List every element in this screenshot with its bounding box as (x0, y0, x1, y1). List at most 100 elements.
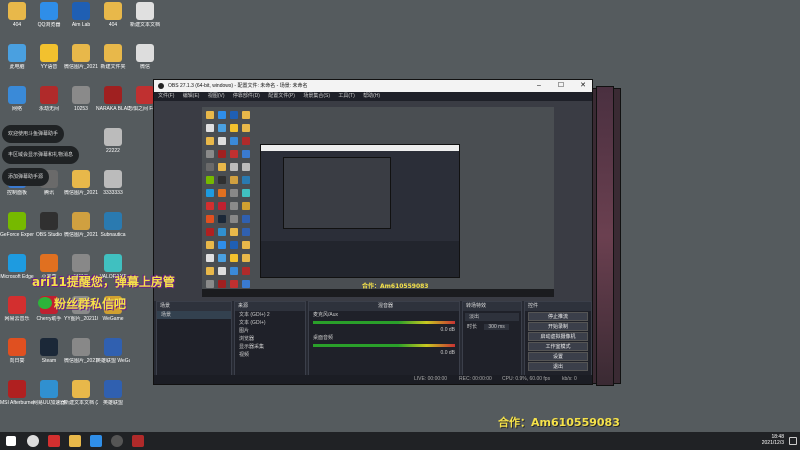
desktop-icon-label: 22222 (106, 148, 120, 154)
desktop-icon-label: 网易UU加速器 (32, 400, 66, 406)
image-file-icon (72, 170, 90, 188)
desktop-icon[interactable]: 微信图片_2021102... (64, 170, 98, 196)
qq-browser-icon[interactable] (90, 435, 102, 447)
start-recording-button[interactable]: 开始录制 (528, 322, 588, 331)
qr-code-icon (104, 170, 122, 188)
duration-input[interactable]: 300 ms (484, 324, 509, 330)
desktop-icon[interactable]: 永劫无间 (32, 86, 66, 112)
source-item[interactable]: 图片 (235, 327, 305, 335)
settings-button[interactable]: 设置 (528, 352, 588, 361)
naraka-game-icon[interactable] (132, 435, 144, 447)
desktop-icon[interactable]: Aim Lab (64, 2, 98, 28)
source-item[interactable]: 文本 (GDI+) (235, 319, 305, 327)
desktop-icon[interactable]: 新建文件夹 (96, 44, 130, 70)
desktop-icon[interactable]: NARAKA BLADEPOI... (96, 86, 130, 112)
preview-canvas[interactable]: 合作：Am610559083 (154, 101, 592, 301)
mixer-level: 0.0 dB (440, 350, 455, 356)
preview-mini-icon (206, 267, 214, 275)
preview-taskbar (202, 289, 554, 297)
notification-bubble[interactable]: 欢迎使用斗鱼弹幕助手 (2, 125, 65, 143)
desktop-icon[interactable]: YY语音 (32, 44, 66, 70)
desktop-icon[interactable]: 3333333 (96, 170, 130, 196)
netease-music-icon[interactable] (48, 435, 60, 447)
preview-mini-icon (206, 202, 214, 210)
desktop-icon[interactable]: 404 (96, 2, 130, 28)
preview-mini-icon (242, 228, 250, 236)
desktop-icon[interactable]: 新建文本文档 (128, 2, 162, 28)
desktop-icon[interactable]: Subnautica (96, 212, 130, 238)
notification-center-icon[interactable] (789, 437, 797, 445)
menu-scene-collection[interactable]: 场景集合(S) (303, 93, 330, 99)
desktop-icon[interactable]: 网易UU加速器 (32, 380, 66, 406)
nested-obs-window (260, 144, 460, 278)
desktop-icon-label: MSI Afterburner (0, 400, 34, 406)
desktop-icon[interactable]: 英雄联盟 WeGame版 (96, 338, 130, 364)
start-icon[interactable] (6, 436, 16, 446)
preview-mini-icon (230, 202, 238, 210)
studio-mode-button[interactable]: 工作室模式 (528, 342, 588, 351)
nested-obs-preview (283, 157, 391, 229)
minimize-icon[interactable]: – (528, 80, 550, 92)
desktop-icon[interactable]: 此电脑 (0, 44, 34, 70)
menu-profile[interactable]: 配置文件(P) (268, 93, 295, 99)
maximize-icon[interactable]: ☐ (550, 80, 572, 92)
desktop-icon[interactable]: 向日葵 (0, 338, 34, 364)
desktop-icon[interactable]: Steam (32, 338, 66, 364)
desktop-icon[interactable]: GeForce Experience (0, 212, 34, 238)
desktop-icon[interactable]: 微信图片_2021102... (64, 44, 98, 70)
desktop-icon[interactable]: 微信 (128, 44, 162, 70)
notification-bubble[interactable]: 添加弹幕助手源 (2, 168, 50, 186)
menu-view[interactable]: 视图(V) (208, 93, 225, 99)
desktop-icon[interactable]: 404 (0, 2, 34, 28)
system-clock[interactable]: 18:48 2021/12/3 (762, 434, 784, 446)
volume-meter (313, 321, 455, 324)
obs-icon (40, 212, 58, 230)
desktop-icon[interactable]: 22222 (96, 128, 130, 154)
desktop-icon-label: 新建文本文档 (129, 22, 160, 28)
menu-help[interactable]: 帮助(H) (363, 93, 380, 99)
preview-mini-icon (206, 124, 214, 132)
desktop-icon[interactable]: Microsoft Edge (0, 254, 34, 280)
file-explorer-icon[interactable] (69, 435, 81, 447)
preview-mini-icon (206, 254, 214, 262)
exit-button[interactable]: 退出 (528, 362, 588, 371)
desktop-icon[interactable]: 网络 (0, 86, 34, 112)
aimlab-icon (72, 2, 90, 20)
transition-select[interactable]: 淡出 (465, 313, 519, 321)
source-item[interactable]: 文本 (GDI+) 2 (235, 311, 305, 319)
source-item[interactable]: 视频 (235, 351, 305, 359)
desktop-icon[interactable]: OBS Studio (32, 212, 66, 238)
stop-streaming-button[interactable]: 停止推流 (528, 312, 588, 321)
desktop-icon[interactable]: 英雄联盟 (96, 380, 130, 406)
preview-mini-icon (242, 150, 250, 158)
preview-mini-icon (230, 111, 238, 119)
scene-item[interactable]: 场景 (157, 311, 231, 319)
menu-edit[interactable]: 编辑(E) (183, 93, 200, 99)
desktop-icon[interactable]: MSI Afterburner (0, 380, 34, 406)
source-item[interactable]: 显示器采集 (235, 343, 305, 351)
preview-mini-icon (242, 163, 250, 171)
close-icon[interactable]: ✕ (572, 80, 592, 92)
menu-tools[interactable]: 工具(T) (338, 93, 354, 99)
desktop-icon-label: Cherry助手 (36, 316, 62, 322)
desktop-icon[interactable]: QQ浏览器 (32, 2, 66, 28)
desktop-icon[interactable]: 网易云音乐 (0, 296, 34, 322)
menu-file[interactable]: 文件(F) (158, 93, 174, 99)
image-file-icon (72, 44, 90, 62)
preview-mini-icon (230, 241, 238, 249)
search-icon[interactable] (27, 435, 39, 447)
desktop-icon[interactable]: 新建文本文档 (2) (64, 380, 98, 406)
desktop-icon-label: 英雄联盟 (102, 400, 123, 406)
scenes-dock: 场景 场景 + – ∧ ∨ (156, 301, 232, 384)
desktop-icon[interactable]: 微信图片_2021102... (64, 212, 98, 238)
desktop-icon[interactable]: 微信图片_2021102... (64, 338, 98, 364)
source-item[interactable]: 浏览器 (235, 335, 305, 343)
obs-icon[interactable] (111, 435, 123, 447)
preview-mini-icon (230, 176, 238, 184)
desktop-icon[interactable]: 10253 (64, 86, 98, 112)
preview-mini-icon (242, 280, 250, 288)
virtual-camera-button[interactable]: 启动虚拟摄像机 (528, 332, 588, 341)
menu-docks[interactable]: 停靠部件(D) (233, 93, 260, 99)
notification-bubble[interactable]: 丰区域会显示弹幕和礼物消息 (2, 146, 80, 164)
preview-mini-icon (242, 176, 250, 184)
